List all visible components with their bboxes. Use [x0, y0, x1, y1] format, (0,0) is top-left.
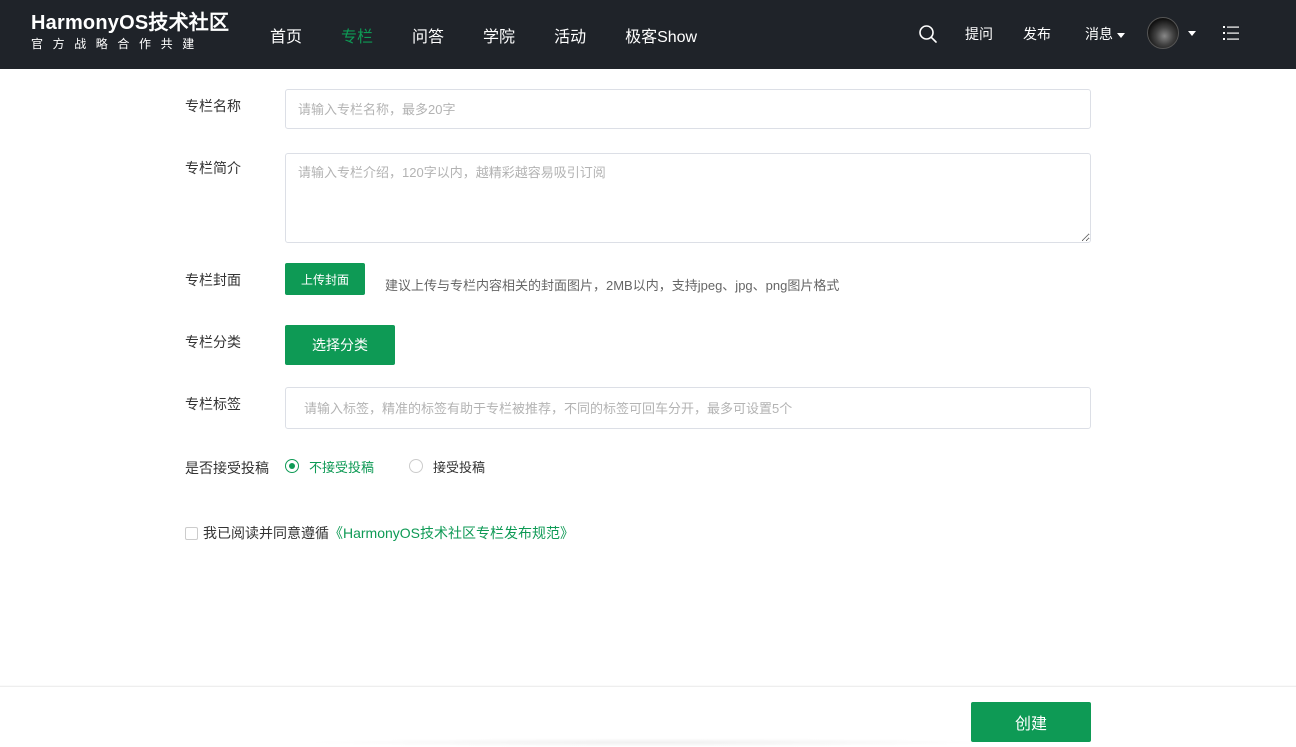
upload-cover-button[interactable]: 上传封面: [285, 263, 365, 295]
chevron-down-icon[interactable]: [1188, 31, 1196, 36]
search-icon[interactable]: [918, 24, 938, 44]
nav-item-column[interactable]: 专栏: [341, 23, 373, 47]
column-intro-label: 专栏简介: [185, 160, 241, 176]
top-navigation-bar: HarmonyOS技术社区 官方战略合作共建 首页 专栏 问答 学院 活动 极客…: [0, 0, 1296, 69]
agreement-checkbox[interactable]: [185, 526, 198, 540]
ask-question-link[interactable]: 提问: [965, 24, 993, 44]
nav-item-home[interactable]: 首页: [270, 23, 302, 47]
brand-title: HarmonyOS技术社区: [31, 12, 230, 34]
column-name-label: 专栏名称: [185, 98, 241, 114]
messages-label: 消息: [1085, 26, 1113, 42]
radio-label[interactable]: 不接受投稿: [309, 457, 374, 476]
avatar[interactable]: [1147, 17, 1179, 49]
main-nav: 首页 专栏 问答 学院 活动 极客Show: [270, 0, 736, 69]
nav-item-events[interactable]: 活动: [554, 23, 586, 47]
publish-link[interactable]: 发布: [1023, 24, 1051, 44]
nav-item-qa[interactable]: 问答: [412, 23, 444, 47]
column-category-label: 专栏分类: [185, 334, 241, 350]
create-button[interactable]: 创建: [971, 702, 1091, 742]
agreement-text: 我已阅读并同意遵循: [203, 525, 329, 541]
site-logo[interactable]: HarmonyOS技术社区 官方战略合作共建: [31, 11, 229, 52]
radio-button[interactable]: [285, 459, 299, 473]
agreement-link[interactable]: 《HarmonyOS技术社区专栏发布规范》: [329, 523, 574, 543]
column-tags-label: 专栏标签: [185, 396, 241, 412]
nav-item-geek-show[interactable]: 极客Show: [625, 23, 697, 47]
footer-shadow: [300, 738, 1000, 747]
select-category-button[interactable]: 选择分类: [285, 325, 395, 365]
list-menu-icon[interactable]: [1222, 24, 1240, 42]
radio-label[interactable]: 接受投稿: [433, 457, 485, 476]
brand-subtitle: 官方战略合作共建: [31, 37, 204, 51]
column-name-input[interactable]: [285, 89, 1091, 129]
column-cover-label: 专栏封面: [185, 272, 241, 288]
radio-button[interactable]: [409, 459, 423, 473]
agreement-row: 我已阅读并同意遵循 《HarmonyOS技术社区专栏发布规范》: [185, 524, 574, 542]
radio-no-submission[interactable]: 不接受投稿: [285, 457, 374, 475]
radio-accept-submission[interactable]: 接受投稿: [409, 457, 485, 475]
cover-hint: 建议上传与专栏内容相关的封面图片，2MB以内，支持jpeg、jpg、png图片格…: [385, 278, 840, 293]
chevron-down-icon: [1117, 32, 1125, 38]
submission-label: 是否接受投稿: [185, 460, 269, 476]
nav-item-academy[interactable]: 学院: [483, 23, 515, 47]
column-intro-textarea[interactable]: [285, 153, 1091, 243]
column-tags-input[interactable]: [285, 387, 1091, 429]
messages-dropdown[interactable]: 消息: [1085, 24, 1125, 44]
